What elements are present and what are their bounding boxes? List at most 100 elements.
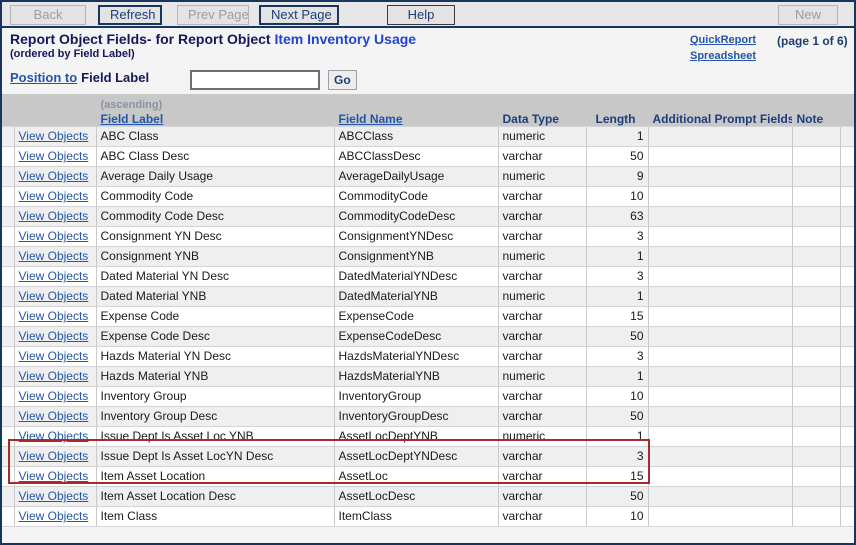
- field-label-cell: Expense Code: [96, 306, 334, 326]
- view-objects-link[interactable]: View Objects: [19, 269, 89, 283]
- prev-page-button[interactable]: Prev Page: [177, 5, 249, 25]
- length-cell: 3: [586, 346, 648, 366]
- view-objects-link[interactable]: View Objects: [19, 209, 89, 223]
- go-button[interactable]: Go: [328, 70, 357, 90]
- table-row: View ObjectsHazds Material YNBHazdsMater…: [2, 366, 854, 386]
- header-length: Length: [586, 94, 648, 126]
- view-objects-link[interactable]: View Objects: [19, 489, 89, 503]
- row-filler-cell: [840, 166, 854, 186]
- data-type-cell: numeric: [498, 246, 586, 266]
- view-objects-link[interactable]: View Objects: [19, 429, 89, 443]
- length-cell: 10: [586, 386, 648, 406]
- refresh-button[interactable]: Refresh: [98, 5, 162, 25]
- new-button[interactable]: New: [778, 5, 838, 25]
- view-objects-link[interactable]: View Objects: [19, 389, 89, 403]
- data-type-cell: varchar: [498, 206, 586, 226]
- row-gutter-cell: [2, 426, 14, 446]
- view-objects-link[interactable]: View Objects: [19, 129, 89, 143]
- report-object-name: Item Inventory Usage: [274, 31, 416, 47]
- view-objects-link[interactable]: View Objects: [19, 309, 89, 323]
- header-view-objects: [14, 94, 96, 126]
- position-bar: Position to Field Label Go: [2, 66, 854, 94]
- quickreport-link[interactable]: QuickReport: [690, 32, 770, 48]
- toolbar: Back Refresh Prev Page Next Page Help Ne…: [2, 2, 854, 28]
- help-button[interactable]: Help: [387, 5, 455, 25]
- additional-prompt-fields-cell: [648, 206, 792, 226]
- row-filler-cell: [840, 406, 854, 426]
- report-object-fields-page: Back Refresh Prev Page Next Page Help Ne…: [0, 0, 856, 545]
- field-label-cell: Issue Dept Is Asset Loc YNB: [96, 426, 334, 446]
- data-type-cell: varchar: [498, 386, 586, 406]
- field-label-cell: ABC Class: [96, 126, 334, 146]
- row-filler-cell: [840, 186, 854, 206]
- field-name-cell: CommodityCodeDesc: [334, 206, 498, 226]
- data-type-cell: numeric: [498, 366, 586, 386]
- field-name-cell: DatedMaterialYNB: [334, 286, 498, 306]
- view-objects-link[interactable]: View Objects: [19, 289, 89, 303]
- field-name-cell: DatedMaterialYNDesc: [334, 266, 498, 286]
- data-type-cell: varchar: [498, 406, 586, 426]
- data-type-cell: varchar: [498, 226, 586, 246]
- note-cell: [792, 506, 840, 526]
- view-objects-link[interactable]: View Objects: [19, 249, 89, 263]
- row-filler-cell: [840, 506, 854, 526]
- view-objects-link[interactable]: View Objects: [19, 169, 89, 183]
- additional-prompt-fields-cell: [648, 306, 792, 326]
- view-objects-cell: View Objects: [14, 186, 96, 206]
- view-objects-link[interactable]: View Objects: [19, 449, 89, 463]
- length-cell: 3: [586, 226, 648, 246]
- view-objects-link[interactable]: View Objects: [19, 189, 89, 203]
- table-row: View ObjectsAverage Daily UsageAverageDa…: [2, 166, 854, 186]
- next-page-button[interactable]: Next Page: [259, 5, 339, 25]
- table-row: View ObjectsItem ClassItemClassvarchar10: [2, 506, 854, 526]
- field-label-sort-link[interactable]: Field Label: [101, 112, 164, 126]
- data-type-cell: varchar: [498, 326, 586, 346]
- row-gutter-cell: [2, 506, 14, 526]
- length-cell: 1: [586, 286, 648, 306]
- field-name-sort-link[interactable]: Field Name: [339, 112, 403, 126]
- length-cell: 50: [586, 146, 648, 166]
- additional-prompt-fields-cell: [648, 506, 792, 526]
- back-button[interactable]: Back: [10, 5, 86, 25]
- view-objects-link[interactable]: View Objects: [19, 229, 89, 243]
- field-label-cell: Inventory Group Desc: [96, 406, 334, 426]
- view-objects-link[interactable]: View Objects: [19, 149, 89, 163]
- table-row: View ObjectsABC ClassABCClassnumeric1: [2, 126, 854, 146]
- view-objects-cell: View Objects: [14, 126, 96, 146]
- view-objects-link[interactable]: View Objects: [19, 349, 89, 363]
- row-gutter-cell: [2, 386, 14, 406]
- additional-prompt-fields-cell: [648, 166, 792, 186]
- field-table-header: (ascending) Field Label Field Name Data …: [2, 94, 854, 126]
- additional-prompt-fields-cell: [648, 226, 792, 246]
- table-row: View ObjectsIssue Dept Is Asset Loc YNBA…: [2, 426, 854, 446]
- data-type-cell: varchar: [498, 346, 586, 366]
- header-note: Note: [792, 94, 840, 126]
- view-objects-link[interactable]: View Objects: [19, 329, 89, 343]
- data-type-cell: varchar: [498, 446, 586, 466]
- view-objects-cell: View Objects: [14, 386, 96, 406]
- view-objects-link[interactable]: View Objects: [19, 469, 89, 483]
- position-to-link[interactable]: Position to: [10, 70, 77, 85]
- position-to-field-label: Field Label: [81, 70, 149, 85]
- data-type-cell: numeric: [498, 426, 586, 446]
- row-filler-cell: [840, 466, 854, 486]
- spreadsheet-link[interactable]: Spreadsheet: [690, 48, 770, 64]
- length-cell: 15: [586, 306, 648, 326]
- note-cell: [792, 366, 840, 386]
- note-cell: [792, 346, 840, 366]
- length-cell: 1: [586, 126, 648, 146]
- field-label-cell: Consignment YN Desc: [96, 226, 334, 246]
- row-gutter-cell: [2, 406, 14, 426]
- header-gutter: [2, 94, 14, 126]
- additional-prompt-fields-cell: [648, 386, 792, 406]
- view-objects-link[interactable]: View Objects: [19, 369, 89, 383]
- view-objects-link[interactable]: View Objects: [19, 409, 89, 423]
- view-objects-link[interactable]: View Objects: [19, 509, 89, 523]
- row-gutter-cell: [2, 366, 14, 386]
- field-label-cell: ABC Class Desc: [96, 146, 334, 166]
- table-row: View ObjectsABC Class DescABCClassDescva…: [2, 146, 854, 166]
- data-type-cell: numeric: [498, 166, 586, 186]
- additional-prompt-fields-cell: [648, 286, 792, 306]
- position-to-input[interactable]: [190, 70, 320, 90]
- view-objects-cell: View Objects: [14, 146, 96, 166]
